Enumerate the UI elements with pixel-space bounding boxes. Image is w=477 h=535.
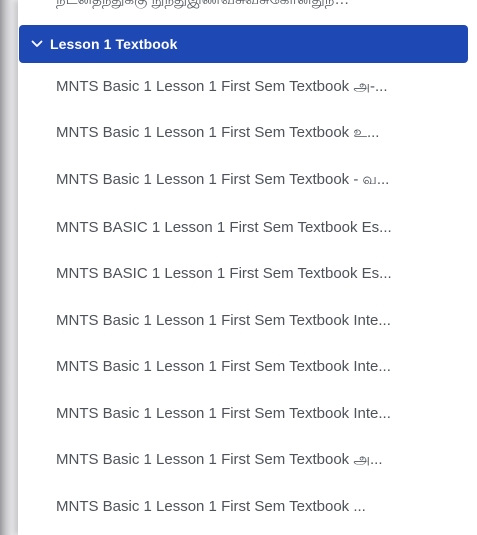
section-header-lesson-1-textbook[interactable]: Lesson 1 Textbook [19, 25, 468, 63]
list-item[interactable]: MNTS Basic 1 Lesson 1 First Sem Textbook… [18, 344, 477, 391]
list-item-label: MNTS Basic 1 Lesson 1 First Sem Textbook… [56, 358, 391, 376]
list-item-cutoff[interactable]: நடனதநதுக்கு நுநதுஇண்வசுவசுகோனதுந… [56, 0, 456, 9]
chevron-down-icon [30, 37, 44, 51]
list-item-label: MNTS Basic 1 Lesson 1 First Sem Textbook… [56, 498, 366, 516]
list-item[interactable]: MNTS Basic 1 Lesson 1 First Sem Textbook… [18, 157, 477, 204]
list-item-label: MNTS Basic 1 Lesson 1 First Sem Textbook… [56, 404, 391, 422]
list-item-label: MNTS Basic 1 Lesson 1 First Sem Textbook… [56, 77, 388, 95]
list-item[interactable]: MNTS Basic 1 Lesson 1 First Sem Textbook… [18, 111, 477, 158]
list-item[interactable]: MNTS BASIC 1 Lesson 1 First Sem Textbook… [18, 250, 477, 297]
textbook-list: MNTS Basic 1 Lesson 1 First Sem Textbook… [18, 64, 477, 530]
list-item-label: MNTS Basic 1 Lesson 1 First Sem Textbook… [56, 124, 380, 142]
section-title: Lesson 1 Textbook [50, 36, 178, 52]
list-item-label: MNTS BASIC 1 Lesson 1 First Sem Textbook… [56, 218, 392, 236]
list-item-label: MNTS Basic 1 Lesson 1 First Sem Textbook… [56, 311, 391, 329]
list-item-label: MNTS Basic 1 Lesson 1 First Sem Textbook… [56, 170, 390, 188]
lesson-panel: நடனதநதுக்கு நுநதுஇண்வசுவசுகோனதுந… Lesson… [18, 0, 477, 535]
list-item-label: MNTS BASIC 1 Lesson 1 First Sem Textbook… [56, 265, 392, 283]
list-item-label: MNTS Basic 1 Lesson 1 First Sem Textbook… [56, 450, 383, 468]
list-item[interactable]: MNTS BASIC 1 Lesson 1 First Sem Textbook… [18, 204, 477, 251]
list-item[interactable]: MNTS Basic 1 Lesson 1 First Sem Textbook… [18, 437, 477, 484]
list-item[interactable]: MNTS Basic 1 Lesson 1 First Sem Textbook… [18, 483, 477, 530]
list-item[interactable]: MNTS Basic 1 Lesson 1 First Sem Textbook… [18, 64, 477, 111]
list-item[interactable]: MNTS Basic 1 Lesson 1 First Sem Textbook… [18, 390, 477, 437]
list-item[interactable]: MNTS Basic 1 Lesson 1 First Sem Textbook… [18, 297, 477, 344]
